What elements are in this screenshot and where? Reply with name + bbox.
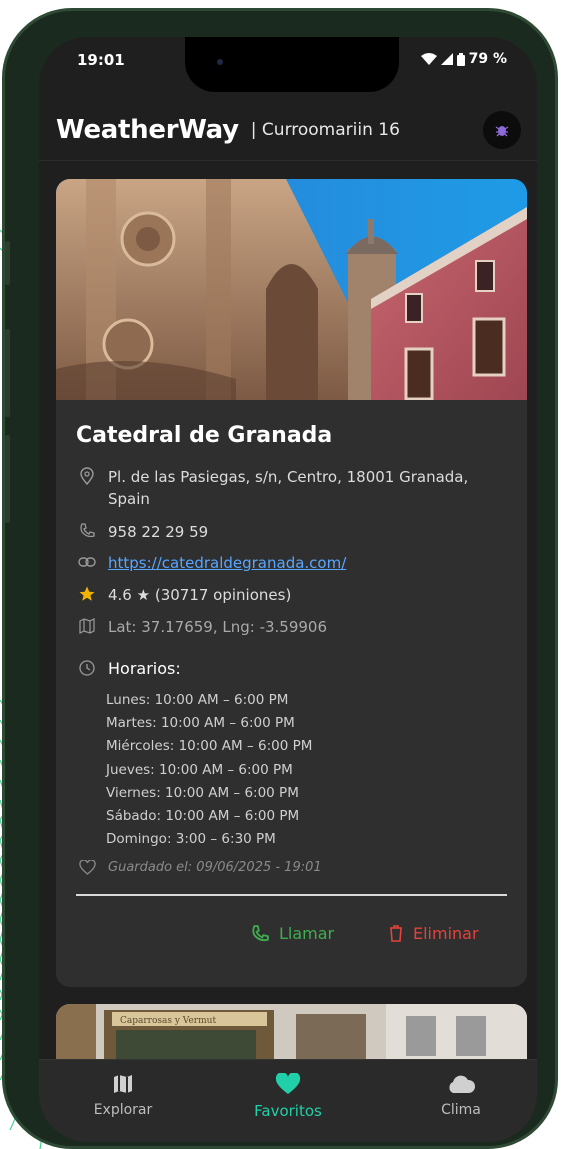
opening-hours-list: Lunes: 10:00 AM – 6:00 PM Martes: 10:00 … [106, 689, 312, 851]
rating-row: 4.6 ★ (30717 opiniones) [76, 584, 291, 606]
link-icon [76, 552, 98, 572]
header-username: | Curroomariin 16 [251, 120, 400, 140]
call-button-label: Llamar [279, 924, 335, 943]
place-photo [56, 179, 527, 400]
shop-sign-text: Caparrosas y Vermut [120, 1016, 216, 1026]
trash-icon [390, 925, 402, 942]
coords-row: Lat: 37.17659, Lng: -3.59906 [76, 616, 327, 638]
place-website-link[interactable]: https://catedraldegranada.com/ [108, 552, 346, 574]
camera-dot [217, 59, 223, 65]
place-rating: 4.6 ★ (30717 opiniones) [108, 586, 292, 604]
nav-favoritos[interactable]: Favoritos [218, 1070, 358, 1120]
favorite-place-card: Catedral de Granada Pl. de las Pasiegas,… [56, 179, 527, 987]
app-header: WeatherWay | Curroomariin 16 [39, 99, 537, 161]
side-button [5, 435, 10, 523]
address-row: Pl. de las Pasiegas, s/n, Centro, 18001 … [76, 466, 476, 510]
star-icon [76, 584, 98, 604]
phone-row: 958 22 29 59 [76, 521, 208, 543]
header-separator: | [250, 119, 257, 140]
phone-icon [76, 521, 98, 541]
place-phone[interactable]: 958 22 29 59 [108, 521, 208, 543]
phone-screen: 19:01 79 % WeatherWay | Curroomariin 16 [39, 37, 537, 1142]
heart-icon [218, 1070, 358, 1098]
location-pin-icon [76, 466, 98, 486]
map-icon [53, 1070, 193, 1098]
status-icons: 79 % [420, 51, 507, 67]
hours-line: Viernes: 10:00 AM – 6:00 PM [106, 784, 299, 801]
hours-line: Martes: 10:00 AM – 6:00 PM [106, 715, 295, 732]
nav-favoritos-label: Favoritos [254, 1102, 322, 1120]
saved-date: Guardado el: 09/06/2025 - 19:01 [108, 860, 322, 875]
delete-button[interactable]: Eliminar [389, 924, 479, 943]
place-title: Catedral de Granada [76, 423, 333, 448]
side-button [5, 329, 10, 417]
hours-line: Lunes: 10:00 AM – 6:00 PM [106, 692, 289, 708]
side-button [5, 241, 10, 285]
hours-line: Jueves: 10:00 AM – 6:00 PM [106, 761, 293, 778]
signal-icon [440, 53, 453, 65]
hours-title: Horarios: [108, 659, 181, 678]
battery-percent: 79 % [468, 51, 507, 67]
bottom-navigation: Explorar Favoritos Clima [39, 1059, 537, 1142]
place-photo: Caparrosas y Vermut [56, 1004, 527, 1064]
heart-outline-icon [76, 857, 98, 877]
hours-line: Sábado: 10:00 AM – 6:00 PM [106, 808, 300, 825]
phone-icon [252, 924, 269, 941]
nav-clima-label: Clima [441, 1102, 481, 1118]
card-divider [76, 894, 507, 896]
card-actions: Llamar Eliminar [56, 924, 527, 954]
hours-line: Domingo: 3:00 – 6:30 PM [106, 831, 276, 848]
status-bar: 19:01 79 % [39, 37, 537, 92]
delete-button-label: Eliminar [413, 924, 479, 943]
battery-icon [456, 52, 465, 66]
hours-line: Miércoles: 10:00 AM – 6:00 PM [106, 738, 313, 755]
cloud-icon [391, 1070, 531, 1098]
nav-clima[interactable]: Clima [391, 1070, 531, 1118]
place-coordinates: Lat: 37.17659, Lng: -3.59906 [108, 618, 328, 636]
wifi-icon [420, 53, 437, 65]
hours-title-row: Horarios: [76, 658, 181, 680]
status-time: 19:01 [77, 51, 125, 69]
nav-explorar-label: Explorar [93, 1102, 153, 1118]
nav-explorar[interactable]: Explorar [53, 1070, 193, 1118]
bug-avatar-icon [495, 126, 509, 137]
app-brand: WeatherWay [56, 114, 239, 145]
clock-icon [76, 658, 98, 678]
website-row: https://catedraldegranada.com/ [76, 552, 346, 574]
saved-row: Guardado el: 09/06/2025 - 19:01 [76, 857, 322, 879]
username: Curroomariin 16 [261, 119, 400, 140]
avatar[interactable] [483, 111, 521, 149]
map-icon [76, 616, 98, 636]
phone-frame: 19:01 79 % WeatherWay | Curroomariin 16 [2, 8, 558, 1149]
call-button[interactable]: Llamar [251, 924, 334, 943]
camera-notch [185, 37, 399, 92]
place-address: Pl. de las Pasiegas, s/n, Centro, 18001 … [108, 468, 469, 508]
